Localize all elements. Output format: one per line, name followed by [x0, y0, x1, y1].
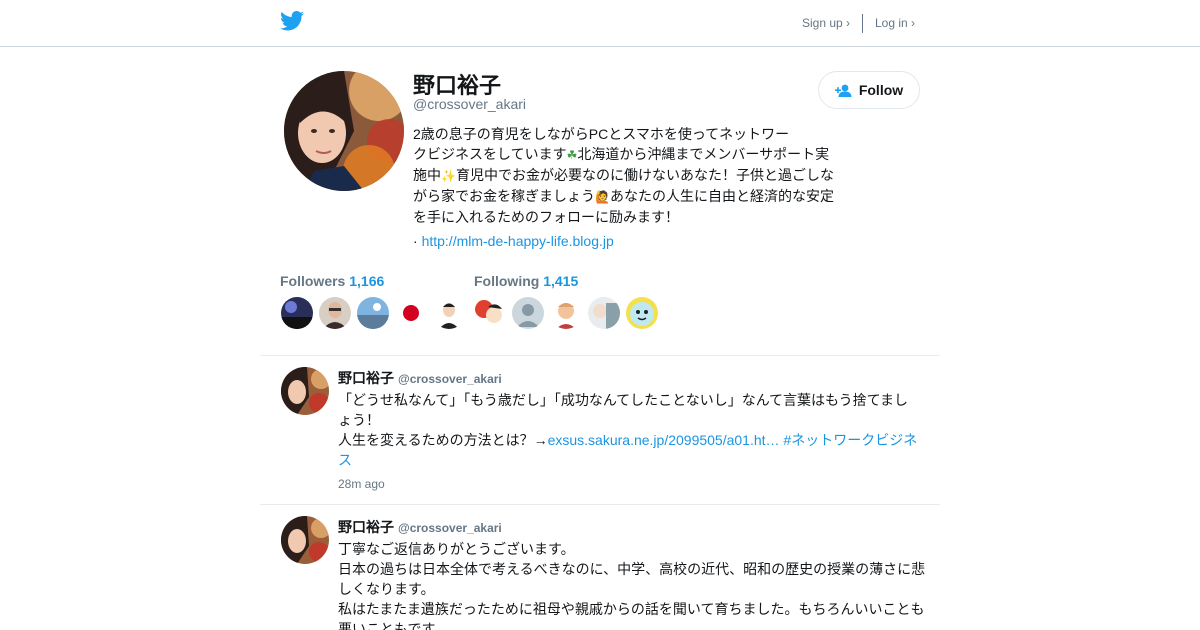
divider: [260, 504, 940, 505]
tweet-handle: @crossover_akari: [398, 372, 502, 386]
following-avatar[interactable]: [512, 297, 544, 329]
login-link[interactable]: Log in ›: [875, 16, 915, 30]
hashtag-link[interactable]: #ネットワークビジネ: [783, 432, 917, 448]
profile-bio: 2歳の息子の育児をしながらPCとスマホを使ってネットワー クビジネスをしています…: [413, 126, 834, 225]
avatar-image: [284, 71, 404, 191]
tweet-author[interactable]: 野口裕子 @crossover_akari: [338, 368, 502, 388]
tweet-avatar[interactable]: [281, 516, 329, 564]
follower-avatar[interactable]: [357, 297, 389, 329]
follower-avatar[interactable]: [319, 297, 351, 329]
tweet-handle: @crossover_akari: [398, 521, 502, 535]
sparkles-icon: ✨: [441, 169, 456, 183]
follow-button[interactable]: Follow: [818, 71, 920, 109]
top-bar: Sign up › Log in ›: [0, 0, 1200, 47]
profile-url-line: · http://mlm-de-happy-life.blog.jp: [413, 233, 614, 249]
following-avatar[interactable]: [550, 297, 582, 329]
hashtag-link-continued[interactable]: ス: [338, 452, 352, 468]
follow-button-label: Follow: [858, 82, 904, 98]
follower-avatar[interactable]: [433, 297, 465, 329]
tweet-timestamp[interactable]: 28m ago: [338, 477, 385, 491]
following-avatar[interactable]: [588, 297, 620, 329]
nav-divider: [862, 14, 863, 33]
tweet-author[interactable]: 野口裕子 @crossover_akari: [338, 517, 502, 537]
twitter-bird-icon[interactable]: [280, 11, 304, 31]
profile-handle: @crossover_akari: [413, 96, 527, 112]
following-avatar[interactable]: [474, 297, 506, 329]
divider: [260, 355, 940, 356]
tweet-text: 丁寧なご返信ありがとうございます。 日本の過ちは日本全体で考えるべきなのに、中学…: [338, 541, 926, 630]
profile-url-link[interactable]: http://mlm-de-happy-life.blog.jp: [422, 233, 614, 249]
following-stat[interactable]: Following 1,415: [474, 273, 578, 289]
followers-stat[interactable]: Followers 1,166: [280, 273, 384, 289]
clover-icon: ☘: [566, 148, 578, 162]
tweet-avatar[interactable]: [281, 367, 329, 415]
profile-avatar[interactable]: [284, 71, 404, 191]
follower-avatar[interactable]: [395, 297, 427, 329]
raising-hand-icon: 🙋: [595, 190, 610, 204]
signup-link[interactable]: Sign up ›: [802, 16, 850, 30]
tweet-link[interactable]: exsus.sakura.ne.jp/2099505/a01.ht…: [548, 432, 780, 448]
tweet-text: 「どうせ私なんて」「もう歳だし」「成功なんてしたことないし」なんて言葉はもう捨て…: [338, 392, 918, 468]
following-avatar[interactable]: [626, 297, 658, 329]
follower-avatar[interactable]: [281, 297, 313, 329]
add-user-icon: [834, 84, 852, 97]
